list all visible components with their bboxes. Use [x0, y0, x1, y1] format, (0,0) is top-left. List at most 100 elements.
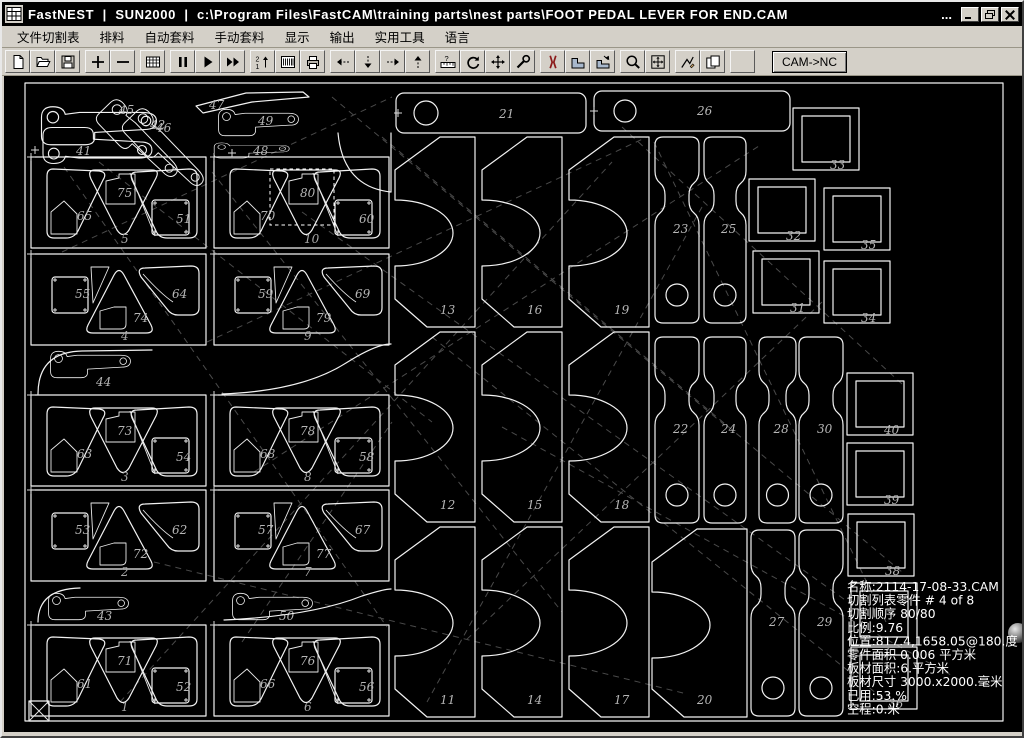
nested-part-32[interactable]: 32	[749, 179, 815, 243]
part-number-label: 51	[176, 212, 191, 226]
origin-marker	[29, 701, 49, 721]
measure-button[interactable]: ?	[435, 50, 460, 73]
part-number-label: 5	[121, 232, 129, 246]
plate-grid-button[interactable]	[140, 50, 165, 73]
nested-part-29[interactable]: 29	[799, 530, 843, 716]
pause-icon	[175, 54, 191, 70]
spacer-button[interactable]	[730, 50, 755, 73]
setup-button[interactable]	[510, 50, 535, 73]
nested-part-13[interactable]: 13	[395, 137, 475, 327]
zoom-in-button[interactable]	[85, 50, 110, 73]
move-up-button[interactable]	[405, 50, 430, 73]
part-number-label: 2	[120, 565, 129, 579]
nested-part-26[interactable]: 26	[594, 91, 790, 131]
title-dots: ...	[941, 7, 952, 22]
menu-item-5[interactable]: 输出	[320, 25, 365, 49]
nested-part-15[interactable]: 15	[482, 332, 562, 522]
save-button[interactable]	[55, 50, 80, 73]
nesting-canvas[interactable]: 6575515708060105574644597969963735436878…	[4, 76, 1022, 732]
cut-button[interactable]	[540, 50, 565, 73]
zoom-window-button[interactable]	[620, 50, 645, 73]
part-number-label: 74	[133, 311, 148, 325]
print-button[interactable]	[300, 50, 325, 73]
menu-item-2[interactable]: 自动套料	[135, 25, 205, 49]
nest-block-3[interactable]: 6373543	[31, 395, 206, 486]
nest-block-6[interactable]: 6676566	[214, 625, 389, 716]
nested-part-18[interactable]: 18	[569, 332, 649, 522]
draw-line-button[interactable]	[675, 50, 700, 73]
arrR-icon	[385, 54, 401, 70]
restore-button[interactable]	[981, 7, 999, 22]
nested-part-43[interactable]: 43	[49, 593, 129, 623]
title-bar[interactable]: FastNEST | SUN2000 | c:\Program Files\Fa…	[2, 2, 1022, 26]
fast-nest-button[interactable]	[220, 50, 245, 73]
part-number-label: 1	[121, 700, 129, 714]
nested-part-41[interactable]: 41	[43, 128, 152, 164]
nested-part-39[interactable]: 39	[847, 443, 913, 507]
rotate-part-button[interactable]	[460, 50, 485, 73]
nested-part-21[interactable]: 21	[396, 93, 586, 133]
fit-icon	[650, 54, 666, 70]
nested-part-12[interactable]: 12	[395, 332, 475, 522]
nested-part-35[interactable]: 35	[824, 188, 890, 252]
zoom-out-button[interactable]	[110, 50, 135, 73]
nested-part-44[interactable]: 44	[51, 351, 131, 389]
part-number-label: 25	[720, 222, 736, 236]
part-number-label: 3	[121, 470, 129, 484]
part-return-button[interactable]	[590, 50, 615, 73]
nest-block-2[interactable]: 5372622	[31, 490, 206, 581]
nest-block-8[interactable]: 6878588	[214, 395, 389, 486]
nested-part-20[interactable]: 20	[652, 529, 747, 717]
close-button[interactable]	[1001, 7, 1019, 22]
part-number-label: 76	[300, 654, 316, 668]
menu-item-3[interactable]: 手动套料	[205, 25, 275, 49]
nested-part-42[interactable]: 42	[42, 107, 166, 145]
nested-part-34[interactable]: 34	[824, 261, 890, 325]
nest-block-9[interactable]: 5979699	[214, 254, 389, 345]
nested-part-33[interactable]: 33	[793, 108, 859, 172]
move-left-button[interactable]	[330, 50, 355, 73]
nested-part-40[interactable]: 40	[847, 373, 913, 437]
part-shape-button[interactable]	[565, 50, 590, 73]
sequence-button[interactable]: 21	[250, 50, 275, 73]
nested-part-49[interactable]: 49	[219, 109, 299, 135]
menu-item-4[interactable]: 显示	[275, 25, 320, 49]
nest-block-5[interactable]: 6575515	[31, 157, 206, 248]
run-nest-button[interactable]	[195, 50, 220, 73]
nested-part-17[interactable]: 17	[569, 527, 649, 717]
cam-to-nc-button[interactable]: CAM->NC	[772, 51, 847, 73]
move-down-button[interactable]	[355, 50, 380, 73]
zoom-extents-button[interactable]	[645, 50, 670, 73]
nested-part-38[interactable]: 38	[848, 514, 914, 578]
nest-block-7[interactable]: 5777677	[214, 490, 389, 581]
nest-block-10[interactable]: 70806010	[214, 157, 389, 248]
nested-part-23[interactable]: 23	[655, 137, 699, 323]
menu-item-0[interactable]: 文件切割表	[7, 25, 90, 49]
nest-block-1[interactable]: 6171521	[31, 625, 206, 716]
move-right-button[interactable]	[380, 50, 405, 73]
nested-part-14[interactable]: 14	[482, 527, 562, 717]
minimize-button[interactable]	[961, 7, 979, 22]
nested-part-24[interactable]: 24	[704, 337, 746, 523]
nested-part-31[interactable]: 31	[753, 251, 819, 315]
nested-part-19[interactable]: 19	[569, 137, 649, 327]
new-file-button[interactable]	[5, 50, 30, 73]
nested-part-30[interactable]: 30	[799, 337, 843, 523]
traverse-path	[654, 142, 886, 622]
copy-part-button[interactable]	[700, 50, 725, 73]
menu-item-1[interactable]: 排料	[90, 25, 135, 49]
nested-part-47[interactable]: 47	[196, 92, 309, 113]
datum-move-button[interactable]	[485, 50, 510, 73]
part-number-label: 34	[861, 311, 876, 325]
nested-part-25[interactable]: 25	[704, 137, 746, 323]
nc-code-button[interactable]	[275, 50, 300, 73]
nested-part-28[interactable]: 28	[759, 337, 796, 523]
menu-item-6[interactable]: 实用工具	[365, 25, 435, 49]
part-number-label: 18	[614, 498, 630, 512]
nested-part-48[interactable]: 48	[214, 143, 289, 158]
pause-nest-button[interactable]	[170, 50, 195, 73]
open-file-button[interactable]	[30, 50, 55, 73]
nested-part-22[interactable]: 22	[655, 337, 699, 523]
part-number-label: 58	[359, 450, 375, 464]
menu-item-7[interactable]: 语言	[435, 25, 480, 49]
